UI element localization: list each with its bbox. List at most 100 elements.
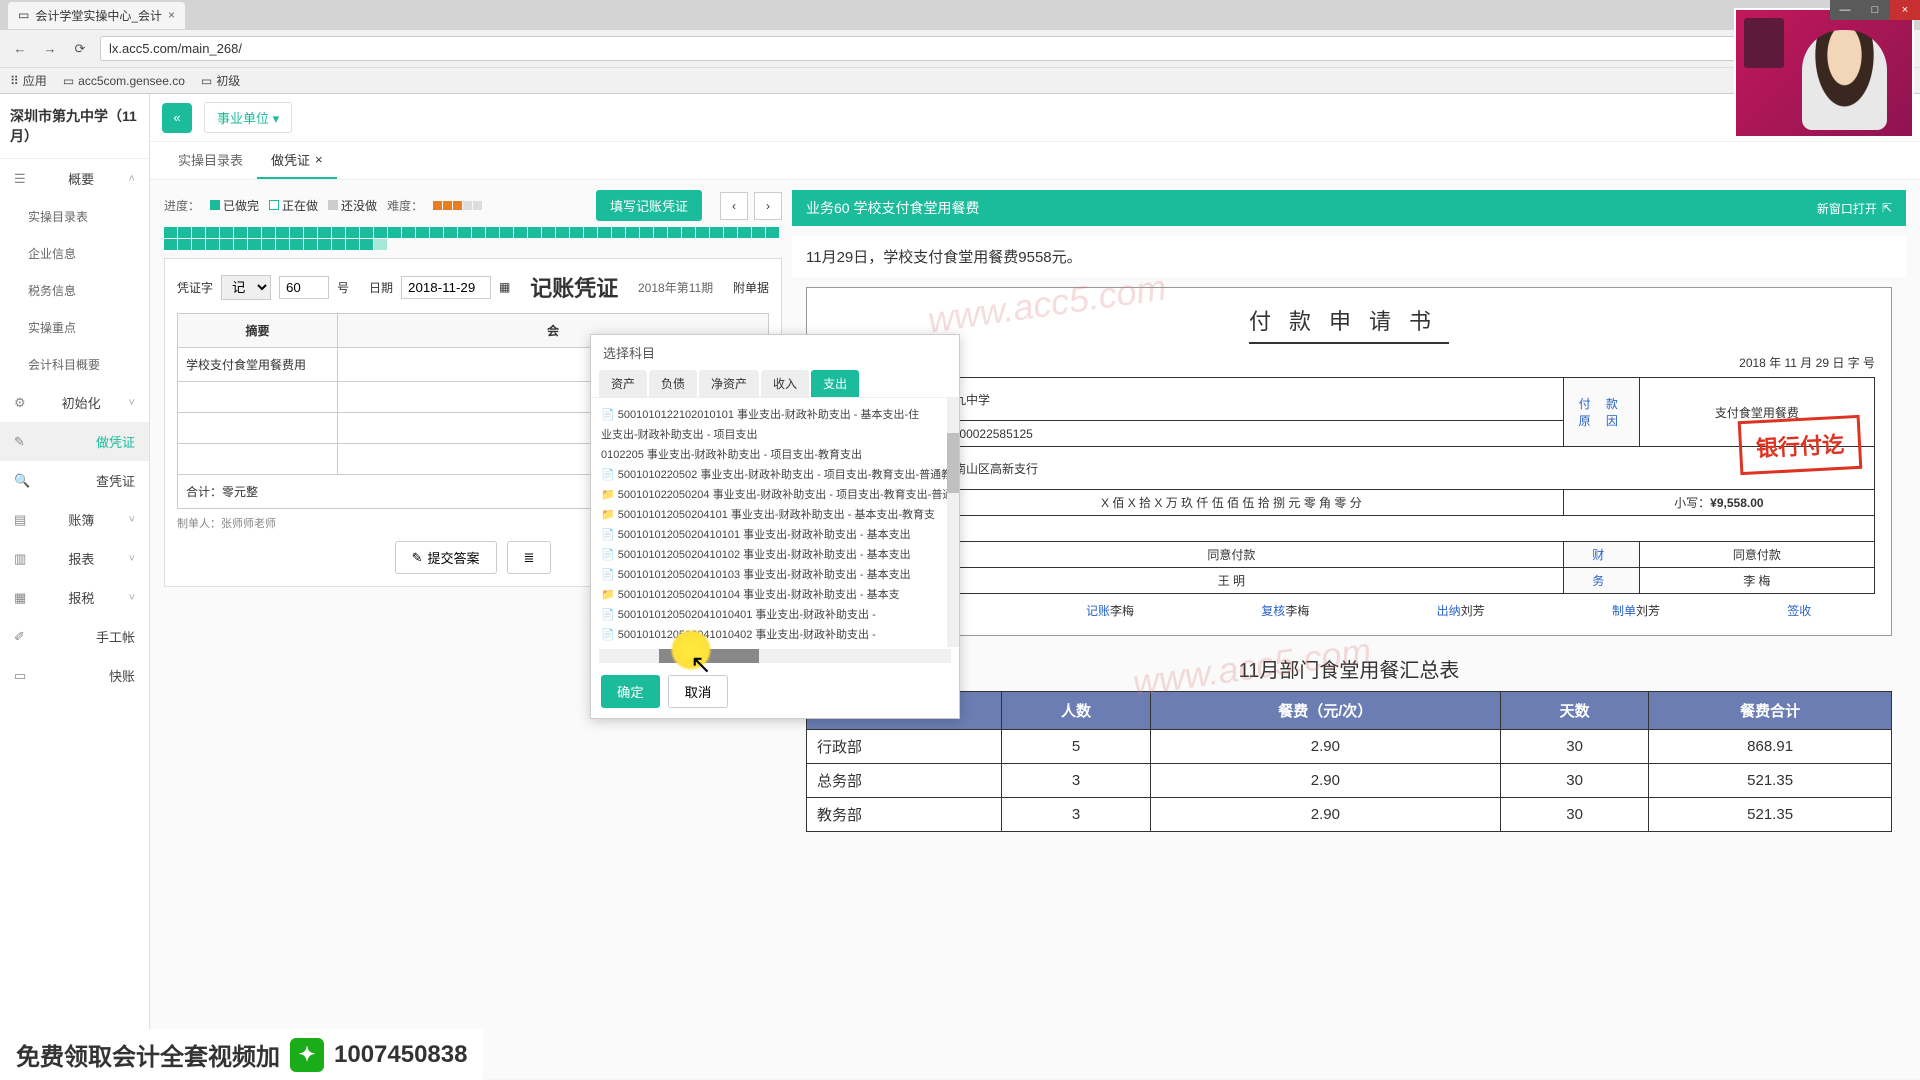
tree-node[interactable]: 📄 500101012050204​10102 事业支出-财政补助支出 - 基本… bbox=[597, 544, 953, 564]
webcam-overlay bbox=[1734, 8, 1914, 138]
th-summary: 摘要 bbox=[178, 314, 338, 348]
bookmark-2[interactable]: ▭ 初级 bbox=[201, 72, 240, 89]
calendar-icon[interactable]: ▦ bbox=[499, 280, 510, 294]
voucher-date-input[interactable] bbox=[401, 276, 491, 299]
doc-date: 2018 年 11 月 29 日 字 号 bbox=[823, 354, 1875, 371]
payment-document: www.acc5.com 付款申请书 2018 年 11 月 29 日 字 号 … bbox=[806, 287, 1892, 636]
cancel-button[interactable]: 取消 bbox=[668, 675, 729, 708]
chevron-icon: ˅ bbox=[129, 553, 135, 565]
sidebar-item[interactable]: ✐手工帐 bbox=[0, 617, 149, 656]
tree-node[interactable]: 0102205 事业支出-财政补助支出 - 项目支出-教育支出 bbox=[597, 444, 953, 464]
doc-tab[interactable]: 做凭证 × bbox=[257, 142, 337, 179]
doc-title: 付款申请书 bbox=[823, 304, 1875, 336]
doc-tab[interactable]: 实操目录表 bbox=[164, 142, 257, 179]
voucher-period: 2018年第11期 bbox=[638, 279, 713, 296]
window-minimize[interactable]: — bbox=[1830, 0, 1860, 20]
close-icon[interactable]: × bbox=[315, 152, 323, 167]
subject-tree[interactable]: 📄 5001010122102010101 事业支出-财政补助支出 - 基本支出… bbox=[591, 397, 959, 647]
nav-icon: ▦ bbox=[14, 590, 26, 606]
chevron-icon: ˅ bbox=[129, 397, 135, 409]
prev-button[interactable]: ‹ bbox=[720, 192, 748, 220]
voucher-title: 记账凭证 bbox=[530, 271, 618, 303]
task-badge: 业务60 学校支付食堂用餐费 bbox=[806, 198, 979, 218]
page-icon: ▭ bbox=[18, 8, 29, 22]
voucher-more-button[interactable]: ≣ bbox=[507, 541, 552, 574]
back-icon[interactable]: ← bbox=[10, 39, 30, 59]
sidebar-item[interactable]: 实操目录表 bbox=[0, 198, 149, 235]
chevron-icon: ˄ bbox=[129, 173, 135, 185]
chevron-down-icon: ▾ bbox=[273, 111, 280, 126]
sidebar-item[interactable]: ▭快账 bbox=[0, 656, 149, 695]
subject-tab[interactable]: 收入 bbox=[761, 370, 809, 397]
tree-node[interactable]: 📄 500101012050204​10103 事业支出-财政补助支出 - 基本… bbox=[597, 564, 953, 584]
popup-title: 选择科目 bbox=[591, 335, 959, 370]
apps-icon[interactable]: ⠿ 应用 bbox=[10, 72, 47, 89]
horizontal-scrollbar[interactable] bbox=[599, 649, 951, 663]
vertical-scrollbar[interactable] bbox=[947, 398, 959, 647]
sidebar: 深圳市第九中学（11月） ☰概要˄实操目录表企业信息税务信息实操重点会计科目概要… bbox=[0, 94, 150, 1079]
reload-icon[interactable]: ⟳ bbox=[70, 39, 90, 59]
subject-tab[interactable]: 资产 bbox=[599, 370, 647, 397]
difficulty-indicator bbox=[433, 201, 482, 210]
tree-node[interactable]: 📁 50010101205020​4101 事业支出-财政补助支出 - 基本支出… bbox=[597, 504, 953, 524]
sidebar-item[interactable]: ⚙初始化˅ bbox=[0, 383, 149, 422]
footer-promo: 免费领取会计全套视频加 ✦ 1007450838 bbox=[0, 1029, 483, 1080]
voucher-num-suffix: 号 bbox=[337, 279, 349, 296]
tree-node[interactable]: 📁 500101012050204​10104 事业支出-财政补助支出 - 基本… bbox=[597, 584, 953, 604]
forward-icon[interactable]: → bbox=[40, 39, 60, 59]
unit-select[interactable]: 事业单位 ▾ bbox=[204, 102, 292, 133]
voucher-row-summary[interactable]: 学校支付食堂用餐费用 bbox=[178, 348, 338, 382]
progress-grid bbox=[164, 227, 782, 250]
submit-answer-button[interactable]: ✎提交答案 bbox=[395, 541, 497, 574]
task-description: 11月29日，学校支付食堂用餐费9558元。 bbox=[792, 236, 1906, 277]
tree-node[interactable]: 📄 5001010120502041010​401 事业支出-财政补助支出 - bbox=[597, 604, 953, 624]
nav-icon: ✐ bbox=[14, 629, 25, 645]
confirm-button[interactable]: 确定 bbox=[601, 675, 660, 708]
signature-row: 会计主管王明 记账李梅 复核李梅 出纳刘芳 制单刘芳 签收 bbox=[823, 602, 1875, 619]
wechat-icon: ✦ bbox=[290, 1038, 324, 1072]
browser-chrome: ▭ 会计学堂实操中心_会计 × ← → ⟳ lx.acc5.com/main_2… bbox=[0, 0, 1920, 94]
collapse-sidebar-icon[interactable]: « bbox=[162, 103, 192, 133]
tree-node[interactable]: 📄 5001010120502041010​402 事业支出-财政补助支出 - bbox=[597, 624, 953, 644]
sidebar-item[interactable]: 实操重点 bbox=[0, 309, 149, 346]
difficulty-label: 难度： bbox=[387, 197, 423, 214]
nav-icon: ▤ bbox=[14, 512, 26, 528]
sidebar-item[interactable]: ▦报税˅ bbox=[0, 578, 149, 617]
list-icon: ≣ bbox=[524, 550, 535, 566]
org-title: 深圳市第九中学（11月） bbox=[0, 94, 149, 159]
attach-label: 附单据 bbox=[733, 279, 769, 296]
tree-node[interactable]: 📄 500101022050​2 事业支出-财政补助支出 - 项目支出-教育支出… bbox=[597, 464, 953, 484]
sidebar-item[interactable]: ▤账簿˅ bbox=[0, 500, 149, 539]
sidebar-item[interactable]: ▥报表˅ bbox=[0, 539, 149, 578]
sidebar-item[interactable]: ✎做凭证 bbox=[0, 422, 149, 461]
sidebar-item[interactable]: 会计科目概要 bbox=[0, 346, 149, 383]
bank-stamp: 银行付讫 bbox=[1738, 415, 1863, 475]
subject-tab[interactable]: 支出 bbox=[811, 370, 859, 397]
task-header: 业务60 学校支付食堂用餐费 新窗口打开 ⇱ bbox=[792, 190, 1906, 226]
tree-node[interactable]: 📄 500101012050204​10101 事业支出-财政补助支出 - 基本… bbox=[597, 524, 953, 544]
voucher-type-select[interactable]: 记 bbox=[221, 275, 271, 300]
open-new-window-button[interactable]: 新窗口打开 ⇱ bbox=[1817, 200, 1892, 217]
tree-node[interactable]: 📄 500101012050204​10106 事业支出-财政补助支出 - 基本… bbox=[597, 644, 953, 647]
window-close[interactable]: × bbox=[1890, 0, 1920, 20]
subject-tab[interactable]: 负债 bbox=[649, 370, 697, 397]
tree-node[interactable]: 📄 5001010122102010101 事业支出-财政补助支出 - 基本支出… bbox=[597, 404, 953, 424]
tree-node[interactable]: 📁 5001010220502​04 事业支出-财政补助支出 - 项目支出-教育… bbox=[597, 484, 953, 504]
url-input[interactable]: lx.acc5.com/main_268/ bbox=[100, 36, 1850, 61]
close-icon[interactable]: × bbox=[168, 8, 175, 22]
sidebar-item[interactable]: 🔍查凭证 bbox=[0, 461, 149, 500]
voucher-number-input[interactable] bbox=[279, 276, 329, 299]
progress-label: 进度： bbox=[164, 197, 200, 214]
nav-icon: ▥ bbox=[14, 551, 26, 567]
sidebar-item[interactable]: 税务信息 bbox=[0, 272, 149, 309]
sidebar-item[interactable]: ☰概要˄ bbox=[0, 159, 149, 198]
tree-node[interactable]: 业支出-财政补助支出 - 项目支出 bbox=[597, 424, 953, 444]
bookmark-1[interactable]: ▭ acc5com.gensee.co bbox=[63, 74, 185, 88]
subject-select-popup: 选择科目 资产负债净资产收入支出 📄 5001010122102010101 事… bbox=[590, 334, 960, 719]
subject-tab[interactable]: 净资产 bbox=[699, 370, 759, 397]
browser-tab[interactable]: ▭ 会计学堂实操中心_会计 × bbox=[8, 2, 185, 29]
window-maximize[interactable]: □ bbox=[1860, 0, 1890, 20]
next-button[interactable]: › bbox=[754, 192, 782, 220]
fill-voucher-button[interactable]: 填写记账凭证 bbox=[596, 190, 702, 221]
sidebar-item[interactable]: 企业信息 bbox=[0, 235, 149, 272]
